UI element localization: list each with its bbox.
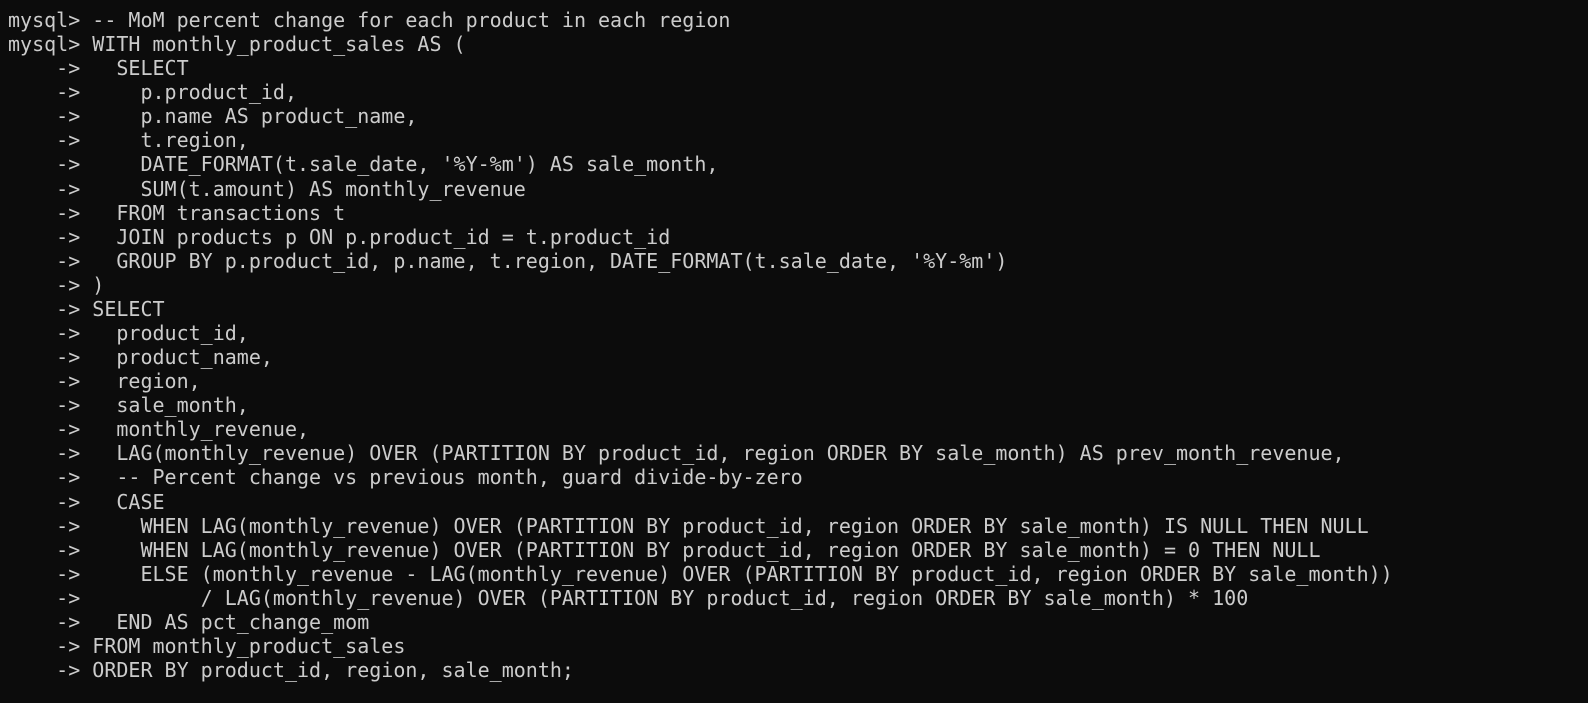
sql-text: ELSE (monthly_revenue - LAG(monthly_reve… xyxy=(92,561,1393,586)
terminal-line: -> sale_month, xyxy=(8,393,1588,417)
continuation-prompt: -> xyxy=(8,489,93,514)
terminal-line: -> WHEN LAG(monthly_revenue) OVER (PARTI… xyxy=(8,538,1588,562)
mysql-prompt: mysql> xyxy=(8,8,93,32)
sql-text: -- MoM percent change for each product i… xyxy=(92,8,731,32)
sql-text: ORDER BY product_id, region, sale_month; xyxy=(92,658,574,683)
sql-text: p.name AS product_name, xyxy=(92,104,418,129)
continuation-prompt: -> xyxy=(8,224,93,249)
continuation-prompt: -> xyxy=(8,128,93,153)
terminal-window[interactable]: mysql> -- MoM percent change for each pr… xyxy=(0,0,1588,703)
continuation-prompt: -> xyxy=(8,345,93,370)
terminal-line: -> SUM(t.amount) AS monthly_revenue xyxy=(8,177,1588,201)
terminal-line: -> product_id, xyxy=(8,321,1588,345)
sql-text: END AS pct_change_mom xyxy=(92,609,370,634)
terminal-line: -> END AS pct_change_mom xyxy=(8,610,1588,634)
terminal-line: -> WHEN LAG(monthly_revenue) OVER (PARTI… xyxy=(8,514,1588,538)
terminal-line: -> region, xyxy=(8,369,1588,393)
terminal-line: -> ) xyxy=(8,273,1588,297)
terminal-line: -> CASE xyxy=(8,490,1588,514)
terminal-line: -> SELECT xyxy=(8,297,1588,321)
sql-text: / LAG(monthly_revenue) OVER (PARTITION B… xyxy=(92,585,1249,610)
continuation-prompt: -> xyxy=(8,393,93,418)
sql-text: FROM monthly_product_sales xyxy=(92,634,406,659)
continuation-prompt: -> xyxy=(8,80,93,105)
sql-text: JOIN products p ON p.product_id = t.prod… xyxy=(92,224,671,249)
continuation-prompt: -> xyxy=(8,417,93,442)
continuation-prompt: -> xyxy=(8,658,93,683)
sql-text: WHEN LAG(monthly_revenue) OVER (PARTITIO… xyxy=(92,513,1369,538)
terminal-line: -> monthly_revenue, xyxy=(8,417,1588,441)
terminal-line: -> ORDER BY product_id, region, sale_mon… xyxy=(8,658,1588,682)
continuation-prompt: -> xyxy=(8,248,93,273)
terminal-line: -> FROM monthly_product_sales xyxy=(8,634,1588,658)
continuation-prompt: -> xyxy=(8,585,93,610)
sql-text: LAG(monthly_revenue) OVER (PARTITION BY … xyxy=(92,441,1345,466)
continuation-prompt: -> xyxy=(8,465,93,490)
continuation-prompt: -> xyxy=(8,537,93,562)
terminal-line: -> SELECT xyxy=(8,56,1588,80)
sql-text: monthly_revenue, xyxy=(92,417,310,442)
terminal-line: -> FROM transactions t xyxy=(8,201,1588,225)
continuation-prompt: -> xyxy=(8,561,93,586)
continuation-prompt: -> xyxy=(8,609,93,634)
sql-text: product_name, xyxy=(92,345,273,370)
terminal-line: -> JOIN products p ON p.product_id = t.p… xyxy=(8,225,1588,249)
mysql-prompt: mysql> xyxy=(8,32,93,57)
continuation-prompt: -> xyxy=(8,152,93,177)
sql-text: DATE_FORMAT(t.sale_date, '%Y-%m') AS sal… xyxy=(92,152,719,177)
terminal-line: -> product_name, xyxy=(8,345,1588,369)
continuation-prompt: -> xyxy=(8,321,93,346)
sql-text: WHEN LAG(monthly_revenue) OVER (PARTITIO… xyxy=(92,537,1321,562)
continuation-prompt: -> xyxy=(8,634,93,659)
sql-text: FROM transactions t xyxy=(92,200,346,225)
sql-text: CASE xyxy=(92,489,165,514)
sql-text: ) xyxy=(92,272,105,297)
sql-text: sale_month, xyxy=(92,393,249,418)
continuation-prompt: -> xyxy=(8,56,93,81)
terminal-line: -> -- Percent change vs previous month, … xyxy=(8,465,1588,489)
terminal-line: -> / LAG(monthly_revenue) OVER (PARTITIO… xyxy=(8,586,1588,610)
terminal-line: mysql> -- MoM percent change for each pr… xyxy=(8,8,1588,32)
sql-text: t.region, xyxy=(92,128,249,153)
sql-text: SELECT xyxy=(92,56,189,81)
terminal-line: -> ELSE (monthly_revenue - LAG(monthly_r… xyxy=(8,562,1588,586)
sql-text: -- Percent change vs previous month, gua… xyxy=(92,465,803,490)
sql-text: GROUP BY p.product_id, p.name, t.region,… xyxy=(92,248,1008,273)
sql-text: region, xyxy=(92,369,201,394)
sql-text: p.product_id, xyxy=(92,80,297,105)
continuation-prompt: -> xyxy=(8,441,93,466)
continuation-prompt: -> xyxy=(8,296,93,321)
continuation-prompt: -> xyxy=(8,272,93,297)
sql-text: WITH monthly_product_sales AS ( xyxy=(92,32,466,57)
terminal-line: -> t.region, xyxy=(8,128,1588,152)
sql-text: SELECT xyxy=(92,296,165,321)
terminal-line: -> LAG(monthly_revenue) OVER (PARTITION … xyxy=(8,441,1588,465)
continuation-prompt: -> xyxy=(8,176,93,201)
continuation-prompt: -> xyxy=(8,104,93,129)
sql-text: SUM(t.amount) AS monthly_revenue xyxy=(92,176,526,201)
terminal-line: -> DATE_FORMAT(t.sale_date, '%Y-%m') AS … xyxy=(8,152,1588,176)
terminal-line: -> p.name AS product_name, xyxy=(8,104,1588,128)
continuation-prompt: -> xyxy=(8,369,93,394)
continuation-prompt: -> xyxy=(8,200,93,225)
terminal-line: mysql> WITH monthly_product_sales AS ( xyxy=(8,32,1588,56)
sql-text: product_id, xyxy=(92,321,249,346)
terminal-line: -> p.product_id, xyxy=(8,80,1588,104)
terminal-line: -> GROUP BY p.product_id, p.name, t.regi… xyxy=(8,249,1588,273)
continuation-prompt: -> xyxy=(8,513,93,538)
